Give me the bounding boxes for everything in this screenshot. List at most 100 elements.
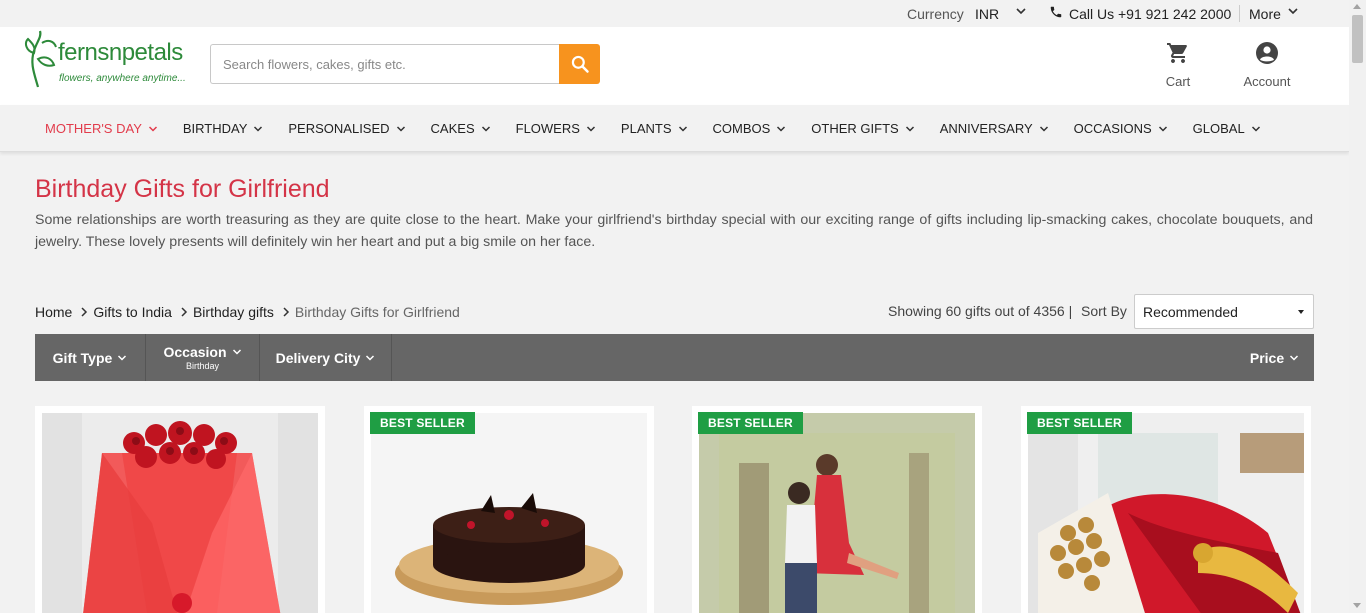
nav-item-mother-s-day[interactable]: MOTHER'S DAY [45, 121, 158, 136]
search-button[interactable] [559, 44, 600, 84]
nav-item-birthday[interactable]: BIRTHDAY [183, 121, 264, 136]
nav-item-other-gifts[interactable]: OTHER GIFTS [811, 121, 914, 136]
breadcrumb-link[interactable]: Gifts to India [93, 304, 172, 320]
filter-price[interactable]: Price [1235, 334, 1314, 381]
filter-label: Occasion [163, 344, 227, 360]
chevron-down-icon [678, 125, 687, 132]
page-title: Birthday Gifts for Girlfriend [35, 175, 330, 203]
best-seller-badge: BEST SELLER [1027, 412, 1132, 434]
breadcrumb: Home Gifts to India Birthday gifts Birthday… [35, 304, 460, 320]
product-image-ferrero-bouquet[interactable] [1028, 413, 1304, 613]
account-label: Account [1243, 74, 1291, 89]
nav-item-combos[interactable]: COMBOS [713, 121, 787, 136]
product-card[interactable]: BEST SELLER [364, 406, 654, 613]
brand-name: fernsnpetals [58, 39, 183, 66]
brand-tagline: flowers, anywhere anytime... [59, 73, 186, 84]
cart-label: Cart [1165, 74, 1191, 89]
search-icon [571, 55, 589, 73]
best-seller-badge: BEST SELLER [370, 412, 475, 434]
breadcrumb-link[interactable]: Home [35, 304, 72, 320]
nav-item-occasions[interactable]: OCCASIONS [1074, 121, 1168, 136]
product-card[interactable] [35, 406, 325, 613]
chevron-down-icon [232, 349, 241, 355]
call-us-link[interactable]: Call Us +91 921 242 2000 [1069, 6, 1231, 22]
nav-item-global[interactable]: GLOBAL [1193, 121, 1261, 136]
filter-gift-type[interactable]: Gift Type [35, 334, 146, 381]
chevron-down-icon [586, 125, 595, 132]
filter-label: Delivery City [275, 349, 361, 366]
logo-leaf-icon [25, 30, 57, 88]
cart-icon [1167, 43, 1187, 63]
nav-list: MOTHER'S DAY BIRTHDAY PERSONALISED CAKES FLO… [45, 121, 1286, 136]
breadcrumb-link[interactable]: Birthday gifts [193, 304, 274, 320]
search-bar [210, 44, 600, 84]
nav-item-flowers[interactable]: FLOWERS [516, 121, 596, 136]
account-button[interactable]: Account [1237, 41, 1297, 89]
caret-down-icon [1298, 310, 1304, 314]
nav-item-label: MOTHER'S DAY [45, 121, 142, 136]
chevron-down-icon [254, 125, 263, 132]
best-seller-badge: BEST SELLER [698, 412, 803, 434]
more-menu[interactable]: More [1249, 6, 1281, 22]
account-icon [1256, 42, 1278, 64]
chevron-down-icon [777, 125, 786, 132]
sort-select[interactable]: Recommended [1134, 294, 1314, 329]
product-image-red-roses[interactable] [42, 413, 318, 613]
breadcrumb-current: Birthday Gifts for Girlfriend [294, 304, 460, 320]
scroll-down-icon[interactable] [1353, 603, 1361, 608]
chevron-down-icon[interactable] [1286, 4, 1300, 21]
scroll-up-icon[interactable] [1353, 4, 1361, 9]
nav-item-plants[interactable]: PLANTS [621, 121, 688, 136]
chevron-down-icon [396, 125, 405, 132]
nav-item-label: PLANTS [620, 121, 672, 136]
nav-item-label: OCCASIONS [1073, 121, 1152, 136]
filter-bar: Gift Type Occasion Birthday Delivery Cit… [35, 334, 1314, 381]
nav-item-cakes[interactable]: CAKES [431, 121, 491, 136]
currency-selector[interactable]: INR [975, 6, 999, 22]
nav-item-label: GLOBAL [1192, 121, 1245, 136]
search-input[interactable] [210, 44, 559, 84]
filter-occasion[interactable]: Occasion Birthday [146, 334, 260, 381]
currency-label: Currency [907, 6, 964, 22]
cart-button[interactable]: Cart [1158, 41, 1198, 89]
scrollbar-thumb[interactable] [1352, 15, 1363, 63]
sort-selected-value: Recommended [1143, 304, 1238, 320]
page-scrollbar[interactable] [1349, 0, 1366, 613]
chevron-down-icon [481, 125, 490, 132]
chevron-right-icon [283, 307, 289, 317]
main-navigation: MOTHER'S DAY BIRTHDAY PERSONALISED CAKES FLO… [0, 105, 1349, 152]
chevron-down-icon [148, 125, 157, 132]
filter-label: Price [1249, 349, 1285, 366]
site-logo[interactable]: fernsnpetals flowers, anywhere anytime..… [24, 29, 194, 91]
sort-label: Sort By [1081, 303, 1127, 319]
product-image-chocolate-cake[interactable] [371, 413, 647, 613]
nav-item-label: OTHER GIFTS [811, 121, 899, 136]
nav-item-label: FLOWERS [515, 121, 580, 136]
nav-item-anniversary[interactable]: ANNIVERSARY [940, 121, 1049, 136]
chevron-down-icon [118, 354, 127, 361]
nav-item-personalised[interactable]: PERSONALISED [288, 121, 405, 136]
product-card[interactable]: BEST SELLER [1021, 406, 1311, 613]
results-count: Showing 60 gifts out of 4356 | [888, 303, 1073, 319]
filter-selected-value: Birthday [185, 361, 220, 371]
nav-item-label: COMBOS [712, 121, 771, 136]
chevron-right-icon [181, 307, 188, 317]
top-utility-bar: Currency INR Call Us +91 921 242 2000 Mo… [0, 0, 1349, 27]
product-card[interactable]: BEST SELLER [692, 406, 982, 613]
divider [1239, 5, 1240, 22]
site-header: fernsnpetals flowers, anywhere anytime..… [0, 27, 1349, 105]
nav-item-label: CAKES [430, 121, 475, 136]
filter-label: Gift Type [52, 349, 113, 366]
chevron-right-icon [81, 307, 88, 317]
page-description: Some relationships are worth treasuring … [35, 212, 1313, 250]
chevron-down-icon [1158, 125, 1167, 132]
product-image-photo-cushion[interactable] [699, 413, 975, 613]
nav-item-label: ANNIVERSARY [939, 121, 1033, 136]
phone-icon [1049, 5, 1063, 22]
chevron-down-icon [1290, 354, 1299, 361]
filter-delivery-city[interactable]: Delivery City [260, 334, 392, 381]
chevron-down-icon[interactable] [1014, 4, 1028, 21]
nav-item-label: PERSONALISED [288, 121, 390, 136]
nav-item-label: BIRTHDAY [182, 121, 248, 136]
chevron-down-icon [1039, 125, 1048, 132]
